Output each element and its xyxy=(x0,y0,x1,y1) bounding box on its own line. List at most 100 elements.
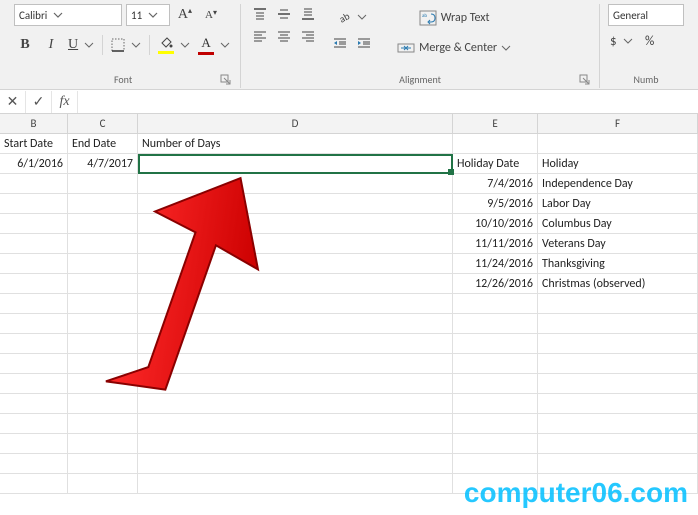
cell[interactable] xyxy=(138,334,453,353)
fill-color-button[interactable] xyxy=(156,34,192,56)
cell[interactable] xyxy=(0,414,68,433)
cell[interactable] xyxy=(453,414,538,433)
cell[interactable] xyxy=(138,454,453,473)
cell[interactable] xyxy=(0,314,68,333)
cell[interactable]: Independence Day xyxy=(538,174,698,193)
cell[interactable] xyxy=(538,294,698,313)
cell[interactable] xyxy=(68,354,138,373)
cell[interactable] xyxy=(453,474,538,493)
cell[interactable] xyxy=(68,334,138,353)
cell[interactable]: Holiday xyxy=(538,154,698,173)
cell[interactable]: 11/11/2016 xyxy=(453,234,538,253)
cell[interactable]: 12/26/2016 xyxy=(453,274,538,293)
align-left-button[interactable] xyxy=(249,26,271,46)
cell[interactable] xyxy=(538,414,698,433)
merge-center-button[interactable]: Merge & Center xyxy=(391,34,517,62)
cell[interactable] xyxy=(138,414,453,433)
cell[interactable] xyxy=(0,194,68,213)
cell[interactable] xyxy=(68,214,138,233)
cell[interactable] xyxy=(453,314,538,333)
cell[interactable] xyxy=(453,374,538,393)
cell[interactable] xyxy=(0,354,68,373)
cell[interactable] xyxy=(138,394,453,413)
col-header-B[interactable]: B xyxy=(0,114,68,133)
font-size-dropdown[interactable]: 11 xyxy=(126,4,170,26)
cell[interactable] xyxy=(68,474,138,493)
increase-indent-button[interactable] xyxy=(353,32,375,54)
cell[interactable]: 10/10/2016 xyxy=(453,214,538,233)
cell[interactable] xyxy=(68,274,138,293)
bold-button[interactable]: B xyxy=(14,34,36,56)
cell[interactable]: Number of Days xyxy=(138,134,453,153)
cell[interactable] xyxy=(538,354,698,373)
cell[interactable] xyxy=(68,314,138,333)
italic-button[interactable]: I xyxy=(40,34,62,56)
cell[interactable]: 7/4/2016 xyxy=(453,174,538,193)
cell[interactable] xyxy=(0,294,68,313)
cell[interactable]: Start Date xyxy=(0,134,68,153)
cell[interactable] xyxy=(453,134,538,153)
accounting-format-button[interactable]: $ xyxy=(608,30,635,52)
cell[interactable] xyxy=(138,234,453,253)
cell[interactable]: 6/1/2016 xyxy=(0,154,68,173)
cell[interactable] xyxy=(68,294,138,313)
cell[interactable] xyxy=(138,154,453,173)
align-bottom-button[interactable] xyxy=(297,4,319,24)
cancel-button[interactable]: ✕ xyxy=(0,91,26,113)
align-center-button[interactable] xyxy=(273,26,295,46)
dialog-launcher-icon[interactable] xyxy=(579,74,591,86)
cell[interactable]: 4/7/2017 xyxy=(68,154,138,173)
increase-font-button[interactable]: A▴ xyxy=(174,4,196,26)
cell[interactable] xyxy=(0,394,68,413)
cell[interactable] xyxy=(453,394,538,413)
insert-function-button[interactable]: fx xyxy=(52,91,78,113)
align-middle-button[interactable] xyxy=(273,4,295,24)
cell[interactable]: Columbus Day xyxy=(538,214,698,233)
cell[interactable] xyxy=(138,314,453,333)
cell[interactable] xyxy=(453,434,538,453)
decrease-font-button[interactable]: A▾ xyxy=(200,4,222,26)
cell[interactable] xyxy=(538,314,698,333)
borders-button[interactable] xyxy=(109,34,143,56)
cell[interactable] xyxy=(138,254,453,273)
font-color-button[interactable]: A xyxy=(196,34,232,56)
cell[interactable] xyxy=(68,454,138,473)
cell[interactable] xyxy=(0,174,68,193)
cell[interactable] xyxy=(0,234,68,253)
dialog-launcher-icon[interactable] xyxy=(220,74,232,86)
cell[interactable] xyxy=(538,454,698,473)
cell[interactable] xyxy=(138,174,453,193)
cell[interactable] xyxy=(0,274,68,293)
cell[interactable] xyxy=(68,434,138,453)
cell[interactable] xyxy=(538,374,698,393)
cell[interactable] xyxy=(68,254,138,273)
percent-format-button[interactable]: % xyxy=(639,30,661,52)
cell[interactable]: End Date xyxy=(68,134,138,153)
cell[interactable] xyxy=(138,434,453,453)
cell[interactable]: 11/24/2016 xyxy=(453,254,538,273)
cell[interactable] xyxy=(453,294,538,313)
cell[interactable] xyxy=(538,394,698,413)
cell[interactable] xyxy=(453,354,538,373)
cell[interactable] xyxy=(138,194,453,213)
number-format-dropdown[interactable]: General xyxy=(608,4,684,26)
cell[interactable]: Christmas (observed) xyxy=(538,274,698,293)
cell[interactable] xyxy=(68,374,138,393)
align-top-button[interactable] xyxy=(249,4,271,24)
cell[interactable] xyxy=(453,454,538,473)
cell[interactable] xyxy=(538,474,698,493)
cell[interactable] xyxy=(0,254,68,273)
cell[interactable] xyxy=(0,374,68,393)
cell[interactable] xyxy=(138,474,453,493)
cell[interactable] xyxy=(538,334,698,353)
cell[interactable] xyxy=(68,194,138,213)
cell[interactable] xyxy=(138,294,453,313)
font-name-dropdown[interactable]: Calibri xyxy=(14,4,122,26)
cell[interactable] xyxy=(538,134,698,153)
col-header-D[interactable]: D xyxy=(138,114,453,133)
cell[interactable] xyxy=(68,414,138,433)
col-header-E[interactable]: E xyxy=(453,114,538,133)
align-right-button[interactable] xyxy=(297,26,319,46)
cell[interactable] xyxy=(0,214,68,233)
cell[interactable] xyxy=(0,474,68,493)
